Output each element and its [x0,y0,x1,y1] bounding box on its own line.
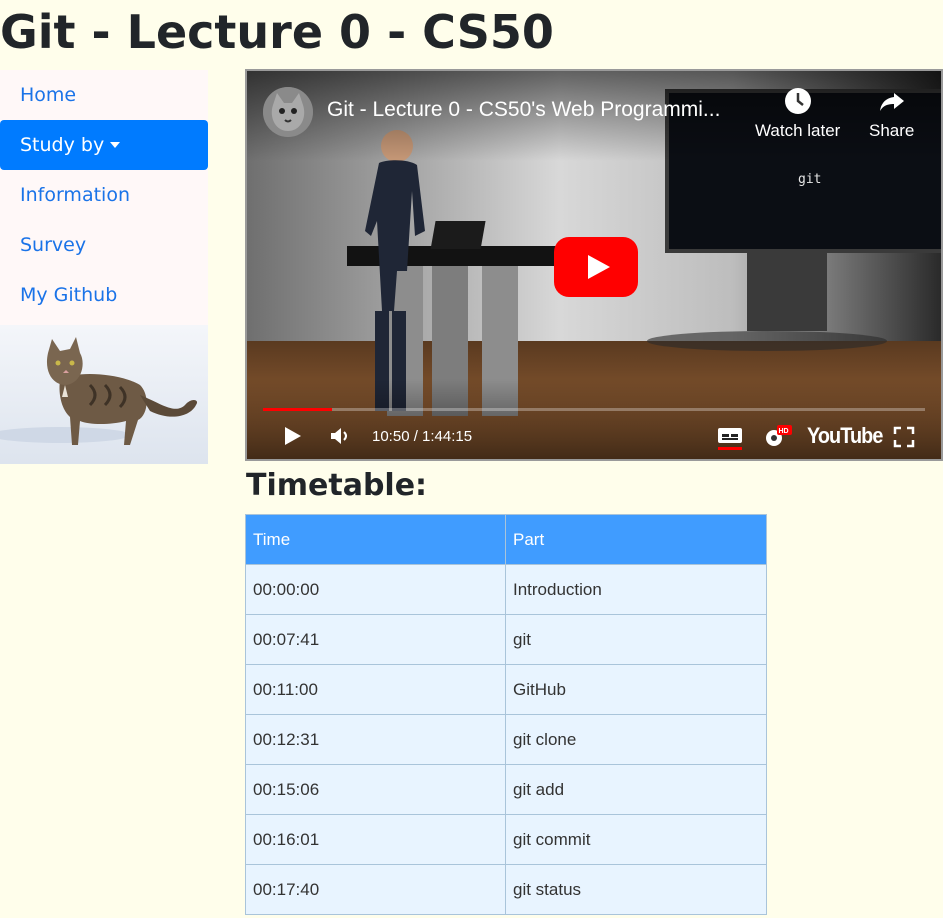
timetable-heading: Timetable: [246,468,428,503]
share-button[interactable]: Share [869,87,914,141]
part-cell: Introduction [505,564,767,615]
video-title[interactable]: Git - Lecture 0 - CS50's Web Programmi..… [327,98,720,122]
volume-icon[interactable] [329,426,351,446]
nav-item-label: Home [20,84,77,106]
share-label: Share [869,121,915,140]
time-cell: 00:07:41 [245,614,506,665]
subtitles-icon[interactable] [717,424,743,450]
clock-icon [784,88,811,114]
time-cell: 00:00:00 [245,564,506,615]
hd-badge: HD [779,428,789,435]
table-row: 00:15:06 git add [245,764,767,815]
time-cell: 00:15:06 [245,764,506,815]
time-cell: 00:11:00 [245,664,506,715]
time-cell: 00:16:01 [245,814,506,865]
play-icon[interactable] [283,425,303,447]
nav-item-label: Information [20,184,130,206]
table-row: 00:17:40 git status [245,864,767,915]
table-row: 00:12:31 git clone [245,714,767,765]
caret-down-icon [110,142,121,148]
progress-fill [263,408,332,411]
table-row: 00:00:00 Introduction [245,564,767,615]
play-button-large[interactable] [554,237,638,297]
part-cell: git clone [505,714,767,765]
part-cell: GitHub [505,664,767,715]
part-cell: git commit [505,814,767,865]
time-cell: 00:12:31 [245,714,506,765]
nav-item-survey[interactable]: Survey [0,220,208,270]
nav-item-study-by[interactable]: Study by [0,120,208,170]
time-cell: 00:17:40 [245,864,506,915]
nav-item-my-github[interactable]: My Github [0,270,208,320]
sidebar-nav: Home Study by Information Survey My Gith… [0,70,208,325]
youtube-video-player[interactable]: git Git - Lecture 0 - CS50's Web Program… [245,69,943,461]
nav-item-home[interactable]: Home [0,70,208,120]
youtube-logo[interactable]: YouTube [807,423,883,449]
cat-image [0,325,208,464]
progress-bar[interactable] [263,408,925,411]
share-arrow-icon [879,93,904,111]
watch-later-button[interactable]: Watch later [755,87,840,141]
table-row: 00:07:41 git [245,614,767,665]
part-cell: git status [505,864,767,915]
cat-face-icon [263,87,313,137]
nav-item-label: My Github [20,284,118,306]
channel-avatar[interactable] [263,87,313,137]
nav-item-label: Study by [20,134,105,156]
fullscreen-icon[interactable] [893,426,915,448]
page-title: Git - Lecture 0 - CS50 [0,5,554,59]
time-display: 10:50 / 1:44:15 [372,428,473,445]
column-header-part: Part [505,514,767,565]
nav-item-information[interactable]: Information [0,170,208,220]
table-row: 00:11:00 GitHub [245,664,767,715]
video-top-overlay: Git - Lecture 0 - CS50's Web Programmi..… [247,71,941,161]
nav-item-label: Survey [20,234,87,256]
screen-text: git [798,172,821,187]
part-cell: git add [505,764,767,815]
column-header-time: Time [245,514,506,565]
watch-later-label: Watch later [755,121,841,140]
table-header-row: Time Part [245,514,767,565]
settings-gear-icon[interactable]: HD [763,423,793,449]
timetable-table: Time Part 00:00:00 Introduction 00:07:41… [245,514,767,915]
table-row: 00:16:01 git commit [245,814,767,865]
video-controls: 10:50 / 1:44:15 HD YouTube [247,379,941,459]
part-cell: git [505,614,767,665]
